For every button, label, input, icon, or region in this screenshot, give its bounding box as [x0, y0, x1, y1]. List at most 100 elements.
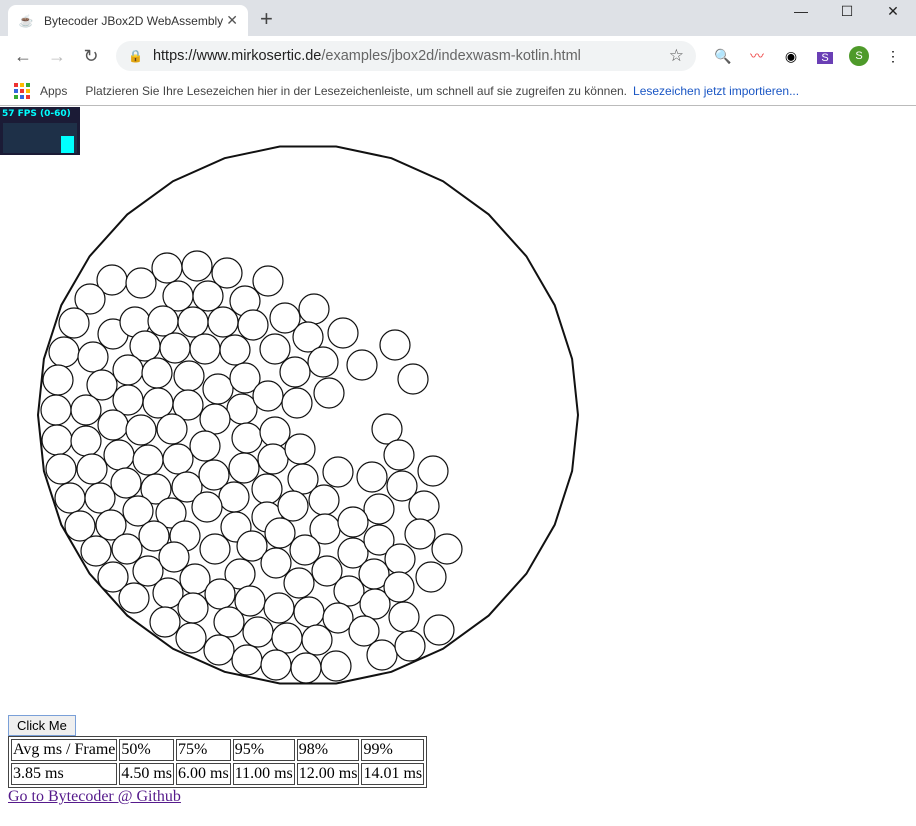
ball [308, 484, 340, 516]
url-path: /examples/jbox2d/indexwasm-kotlin.html [321, 48, 581, 64]
ball [156, 413, 188, 445]
fps-bar [61, 135, 74, 153]
ball [40, 394, 72, 426]
ball [264, 517, 296, 549]
ball [327, 317, 359, 349]
ball [259, 333, 291, 365]
ball [293, 596, 325, 628]
table-cell: Avg ms / Frame [11, 739, 118, 761]
ball [313, 377, 345, 409]
ball [125, 414, 157, 446]
table-cell: 3.85 ms [11, 763, 118, 785]
chart-extension-icon[interactable]: 〰 [742, 46, 772, 66]
apps-icon[interactable] [14, 82, 30, 99]
tab-bar: ☕ Bytecoder JBox2D WebAssembly ✕ + — ☐ ✕ [0, 0, 916, 36]
zoom-extension-icon[interactable]: 🔍 [708, 48, 738, 65]
table-cell: 4.50 ms [119, 763, 175, 785]
ball [260, 649, 292, 681]
ball [103, 439, 135, 471]
ball [147, 305, 179, 337]
table-cell: 99% [361, 739, 425, 761]
table-cell: 12.00 ms [296, 763, 360, 785]
ball [242, 616, 274, 648]
shield-extension-icon[interactable]: ◉ [776, 48, 806, 65]
ball [383, 571, 415, 603]
table-cell: 14.01 ms [361, 763, 425, 785]
ball [204, 578, 236, 610]
ball [97, 409, 129, 441]
ball [181, 250, 213, 282]
ball [228, 452, 260, 484]
click-me-button[interactable]: Click Me [8, 715, 76, 736]
ball [132, 444, 164, 476]
ball [226, 393, 258, 425]
table-cell: 6.00 ms [176, 763, 231, 785]
close-tab-icon[interactable]: ✕ [226, 12, 238, 29]
forward-icon[interactable]: → [42, 46, 72, 67]
ball [77, 341, 109, 373]
ball [388, 601, 420, 633]
stats-table: Avg ms / Frame 50% 75% 95% 98% 99% 3.85 … [8, 736, 428, 788]
menu-icon[interactable]: ⋮ [878, 48, 908, 65]
ball [41, 424, 73, 456]
ball [112, 354, 144, 386]
ball [237, 309, 269, 341]
ball [231, 644, 263, 676]
ball [141, 357, 173, 389]
reload-icon[interactable]: ↻ [76, 46, 106, 67]
ball [384, 543, 416, 575]
apps-link[interactable]: Apps [40, 84, 67, 98]
ball [279, 356, 311, 388]
table-header-row: Avg ms / Frame 50% 75% 95% 98% 99% [11, 739, 425, 761]
profile-avatar[interactable]: S [844, 46, 874, 66]
ball [191, 491, 223, 523]
new-tab-icon[interactable]: + [260, 6, 273, 32]
ball [284, 433, 316, 465]
maximize-icon[interactable]: ☐ [824, 0, 870, 24]
ball [189, 333, 221, 365]
tab-title: Bytecoder JBox2D WebAssembly [44, 13, 224, 28]
browser-tab[interactable]: ☕ Bytecoder JBox2D WebAssembly ✕ [8, 5, 248, 36]
address-bar[interactable]: 🔒 https://www.mirkosertic.de/examples/jb… [116, 41, 696, 71]
minimize-icon[interactable]: — [778, 0, 824, 24]
ball [125, 267, 157, 299]
ball [257, 443, 289, 475]
ball [175, 622, 207, 654]
table-cell: 11.00 ms [232, 763, 295, 785]
star-icon[interactable]: ☆ [669, 46, 684, 66]
close-window-icon[interactable]: ✕ [870, 0, 916, 24]
table-row: 3.85 ms 4.50 ms 6.00 ms 11.00 ms 12.00 m… [11, 763, 425, 785]
github-link[interactable]: Go to Bytecoder @ Github [8, 788, 181, 805]
import-bookmarks-link[interactable]: Lesezeichen jetzt importieren... [633, 84, 799, 98]
bookmarks-bar: Apps Platzieren Sie Ihre Lesezeichen hie… [0, 76, 916, 106]
ball [417, 455, 449, 487]
table-cell: 98% [296, 739, 360, 761]
ball [263, 592, 295, 624]
ball [346, 349, 378, 381]
ball [356, 461, 388, 493]
url-host: https://www.mirkosertic.de [152, 48, 322, 64]
s-extension-label: S [817, 52, 833, 64]
ball [173, 360, 205, 392]
ball [259, 416, 291, 448]
ball [290, 652, 322, 684]
bookmarks-hint: Platzieren Sie Ihre Lesezeichen hier in … [85, 83, 628, 98]
ball [415, 561, 447, 593]
ball [320, 650, 352, 682]
ball [189, 430, 221, 462]
ball [231, 422, 263, 454]
physics-canvas[interactable] [0, 107, 916, 707]
back-icon[interactable]: ← [8, 46, 38, 67]
fps-label: 57 FPS (0-60) [2, 109, 71, 119]
table-cell: 95% [232, 739, 295, 761]
ball [213, 606, 245, 638]
ball [337, 506, 369, 538]
ball [203, 634, 235, 666]
toolbar: ← → ↻ 🔒 https://www.mirkosertic.de/examp… [0, 36, 916, 76]
ball [162, 443, 194, 475]
s-extension-icon[interactable]: S [810, 48, 840, 64]
ball [252, 380, 284, 412]
ball [151, 252, 183, 284]
profile-initial: S [849, 46, 869, 66]
ball [199, 533, 231, 565]
